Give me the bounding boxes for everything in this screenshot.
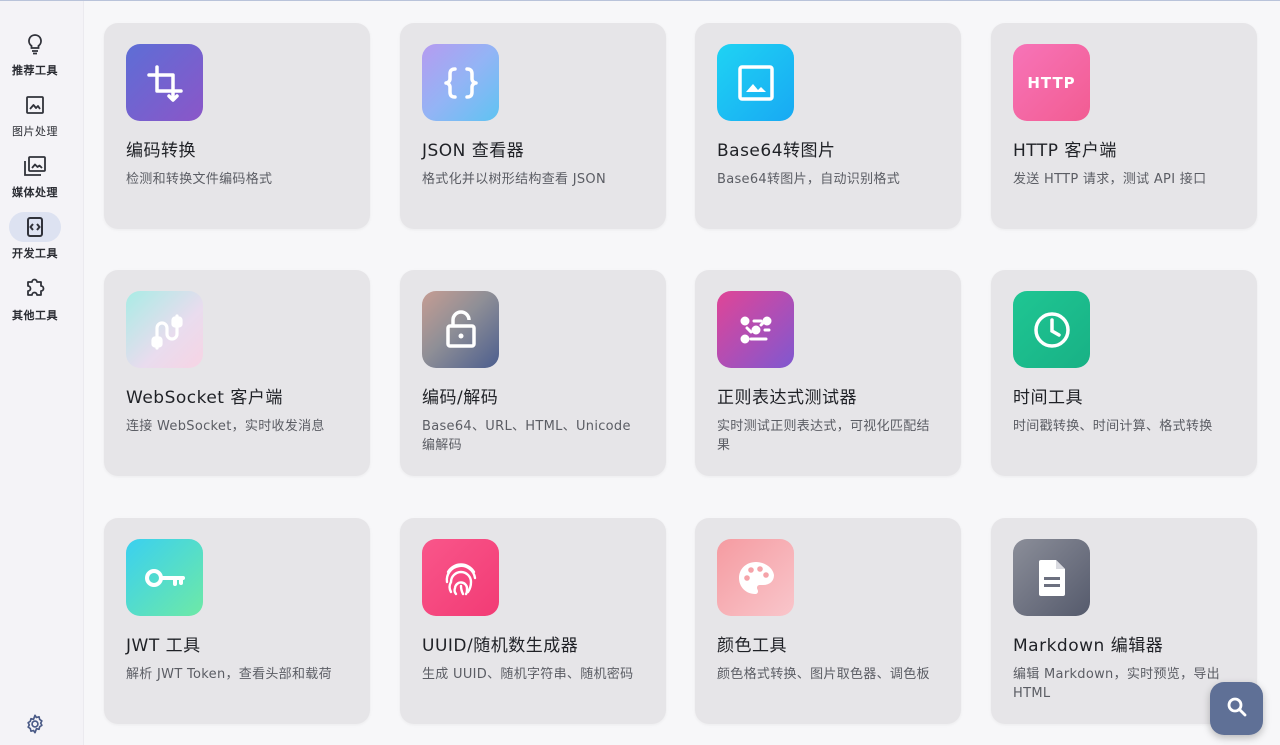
card-description: 检测和转换文件编码格式 (126, 172, 273, 187)
http-icon: HTTP (1013, 44, 1090, 121)
sidebar-item-image[interactable]: 图片处理 (0, 90, 70, 139)
crop-rotate-icon (126, 44, 203, 121)
fingerprint-icon (422, 539, 499, 616)
sidebar-item-dev-tools[interactable]: 开发工具 (0, 212, 70, 261)
card-description: Base64转图片，自动识别格式 (717, 172, 900, 187)
tool-card-json-viewer[interactable]: JSON 查看器 格式化并以树形结构查看 JSON (400, 23, 666, 229)
card-description: 发送 HTTP 请求，测试 API 接口 (1013, 172, 1207, 187)
sidebar: 推荐工具 图片处理 媒体处理 开发工具 其他工具 (0, 1, 84, 745)
image-icon (9, 90, 61, 120)
gear-icon[interactable] (24, 713, 46, 735)
card-title: 时间工具 (1013, 388, 1083, 408)
tool-card-jwt[interactable]: JWT 工具 解析 JWT Token，查看头部和载荷 (104, 518, 370, 724)
card-title: 编码/解码 (422, 388, 499, 408)
card-description: 解析 JWT Token，查看头部和载荷 (126, 667, 332, 682)
card-title: 编码转换 (126, 141, 196, 161)
card-title: JSON 查看器 (422, 141, 525, 161)
photo-library-icon (9, 151, 61, 181)
tool-card-color-tools[interactable]: 颜色工具 颜色格式转换、图片取色器、调色板 (695, 518, 961, 724)
image-frame-icon (717, 44, 794, 121)
card-description: 颜色格式转换、图片取色器、调色板 (717, 667, 930, 682)
sidebar-item-other[interactable]: 其他工具 (0, 274, 70, 323)
card-description: Base64、URL、HTML、Unicode 编解码 (422, 419, 631, 453)
regex-dots-icon (717, 291, 794, 368)
lightbulb-icon (9, 29, 61, 59)
card-title: HTTP 客户端 (1013, 141, 1117, 161)
sidebar-item-label: 媒体处理 (12, 186, 58, 199)
key-icon (126, 539, 203, 616)
card-title: JWT 工具 (126, 636, 201, 656)
card-title: Markdown 编辑器 (1013, 636, 1164, 656)
tool-card-encode-decode[interactable]: 编码/解码 Base64、URL、HTML、Unicode 编解码 (400, 270, 666, 476)
sidebar-item-label: 推荐工具 (12, 64, 58, 77)
sidebar-item-label: 图片处理 (12, 125, 58, 138)
sidebar-item-label: 开发工具 (12, 247, 58, 260)
card-title: Base64转图片 (717, 141, 836, 161)
clock-icon (1013, 291, 1090, 368)
card-description: 生成 UUID、随机字符串、随机密码 (422, 667, 634, 682)
curly-braces-icon (422, 44, 499, 121)
search-icon (1226, 696, 1248, 722)
sidebar-item-media[interactable]: 媒体处理 (0, 151, 70, 200)
sidebar-item-label: 其他工具 (12, 309, 58, 322)
tool-card-http-client[interactable]: HTTP HTTP 客户端 发送 HTTP 请求，测试 API 接口 (991, 23, 1257, 229)
tool-card-regex-tester[interactable]: 正则表达式测试器 实时测试正则表达式，可视化匹配结果 (695, 270, 961, 476)
card-title: WebSocket 客户端 (126, 388, 283, 408)
document-icon (1013, 539, 1090, 616)
card-title: 正则表达式测试器 (717, 388, 857, 408)
code-brackets-icon (9, 212, 61, 242)
search-button[interactable] (1210, 682, 1263, 735)
puzzle-icon (9, 274, 61, 304)
tool-card-base64-image[interactable]: Base64转图片 Base64转图片，自动识别格式 (695, 23, 961, 229)
sidebar-item-recommended[interactable]: 推荐工具 (0, 29, 70, 78)
tool-card-uuid-generator[interactable]: UUID/随机数生成器 生成 UUID、随机字符串、随机密码 (400, 518, 666, 724)
cable-plug-icon (126, 291, 203, 368)
card-title: UUID/随机数生成器 (422, 636, 579, 656)
tool-card-websocket-client[interactable]: WebSocket 客户端 连接 WebSocket，实时收发消息 (104, 270, 370, 476)
http-icon-label: HTTP (1027, 73, 1076, 92)
card-description: 实时测试正则表达式，可视化匹配结果 (717, 419, 930, 453)
palette-icon (717, 539, 794, 616)
card-description: 连接 WebSocket，实时收发消息 (126, 419, 325, 434)
card-title: 颜色工具 (717, 636, 787, 656)
card-description: 格式化并以树形结构查看 JSON (422, 172, 606, 187)
tool-card-encoding-convert[interactable]: 编码转换 检测和转换文件编码格式 (104, 23, 370, 229)
top-border (0, 0, 1280, 1)
card-description: 时间戳转换、时间计算、格式转换 (1013, 419, 1213, 434)
lock-open-icon (422, 291, 499, 368)
card-description: 编辑 Markdown，实时预览，导出HTML (1013, 667, 1220, 701)
tool-card-time-tools[interactable]: 时间工具 时间戳转换、时间计算、格式转换 (991, 270, 1257, 476)
